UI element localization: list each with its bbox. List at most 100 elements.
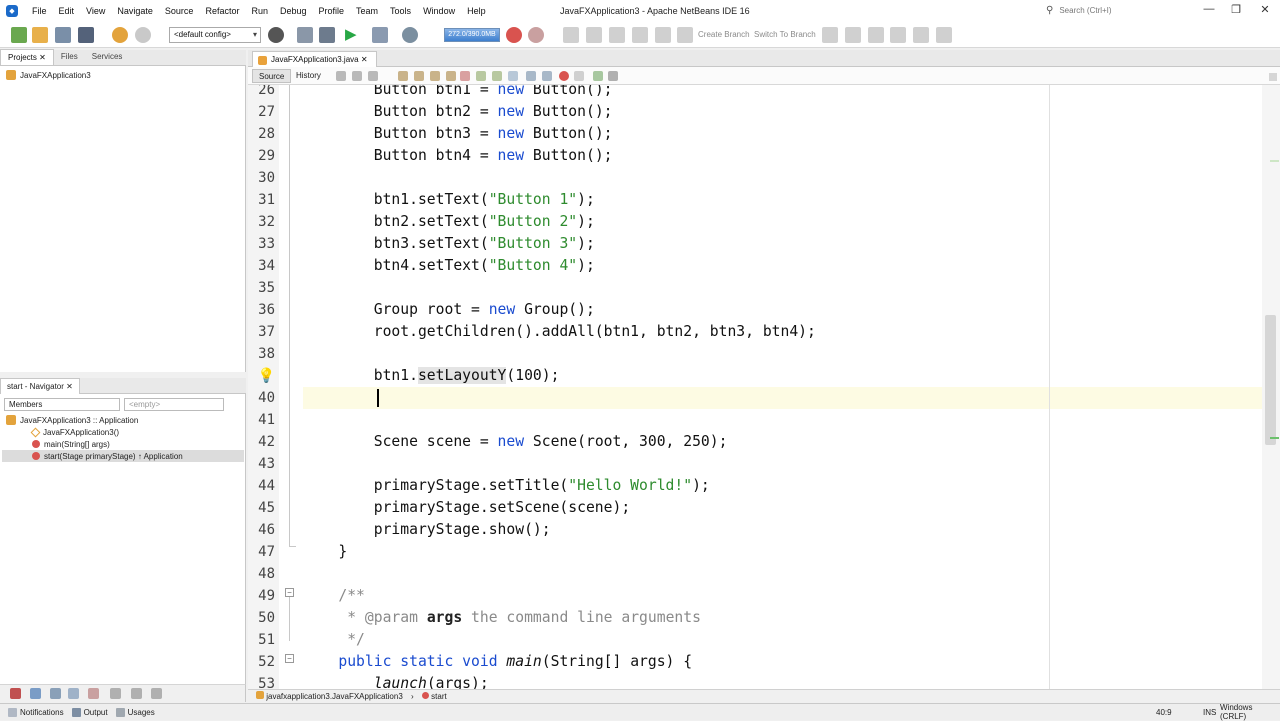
code-line-28: Button btn3 = new Button(); — [303, 125, 613, 142]
shift-right-icon[interactable] — [542, 71, 552, 81]
git-icon-9[interactable] — [868, 27, 884, 43]
git-icon-8[interactable] — [845, 27, 861, 43]
collapse-icon[interactable]: − — [285, 654, 294, 663]
menu-source[interactable]: Source — [159, 6, 200, 16]
tab-files[interactable]: Files — [54, 49, 85, 65]
stop-macro-icon[interactable] — [574, 71, 584, 81]
git-icon-1[interactable] — [563, 27, 579, 43]
maximize-button[interactable]: ❐ — [1221, 3, 1251, 19]
menu-view[interactable]: View — [80, 6, 111, 16]
tree-item-project[interactable]: JavaFXApplication3 — [6, 69, 91, 81]
save-all-icon[interactable] — [78, 27, 94, 43]
search-input[interactable]: ⚲ Search (Ctrl+I) — [1046, 3, 1188, 18]
scroll-thumb[interactable] — [1265, 315, 1276, 445]
new-project-icon[interactable] — [32, 27, 48, 43]
tab-java-file[interactable]: JavaFXApplication3.java ✕ — [252, 51, 377, 67]
highlight-icon[interactable] — [460, 71, 470, 81]
menu-help[interactable]: Help — [461, 6, 492, 16]
nav-item-start[interactable]: start(Stage primaryStage) ↑ Application — [2, 450, 244, 462]
git-icon-12[interactable] — [936, 27, 952, 43]
tab-projects[interactable]: Projects ✕ — [0, 49, 54, 65]
undo-icon[interactable] — [112, 27, 128, 43]
members-select[interactable]: Members — [4, 398, 120, 411]
filter-icon-1[interactable] — [10, 688, 21, 699]
find-next-icon[interactable] — [430, 71, 440, 81]
line-number: 38 — [258, 346, 275, 362]
git-icon-3[interactable] — [609, 27, 625, 43]
filter-icon-5[interactable] — [88, 688, 99, 699]
menu-edit[interactable]: Edit — [53, 6, 81, 16]
switch-branch-button[interactable]: Switch To Branch — [754, 30, 816, 39]
git-icon-5[interactable] — [655, 27, 671, 43]
config-settings-icon[interactable] — [268, 27, 284, 43]
tab-source[interactable]: Source — [252, 69, 292, 83]
menu-profile[interactable]: Profile — [313, 6, 351, 16]
sort-icon-3[interactable] — [151, 688, 162, 699]
git-icon-10[interactable] — [890, 27, 906, 43]
create-branch-button[interactable]: Create Branch — [698, 30, 750, 39]
build-hammer-icon[interactable] — [297, 27, 313, 43]
usages-button[interactable]: Usages — [115, 707, 155, 717]
menu-run[interactable]: Run — [245, 6, 274, 16]
filter-select[interactable]: <empty> — [124, 398, 224, 411]
tab-navigator[interactable]: start - Navigator ✕ — [0, 378, 80, 394]
breadcrumb-class[interactable]: javafxapplication3.JavaFXApplication3 — [266, 692, 403, 701]
profile-icon[interactable] — [402, 27, 418, 43]
git-icon-2[interactable] — [586, 27, 602, 43]
find-selection-icon[interactable] — [446, 71, 456, 81]
close-tab-icon[interactable]: ✕ — [361, 55, 368, 64]
debug-icon[interactable] — [372, 27, 388, 43]
menu-team[interactable]: Team — [350, 6, 384, 16]
comment-icon[interactable] — [593, 71, 603, 81]
filter-icon-2[interactable] — [30, 688, 41, 699]
breadcrumb-method[interactable]: start — [431, 692, 447, 701]
sort-icon-2[interactable] — [131, 688, 142, 699]
clean-build-icon[interactable] — [319, 27, 335, 43]
git-icon-6[interactable] — [677, 27, 693, 43]
last-edit-icon[interactable] — [336, 71, 346, 81]
filter-icon-4[interactable] — [68, 688, 79, 699]
config-select[interactable]: <default config> — [169, 27, 261, 43]
tab-services[interactable]: Services — [85, 49, 130, 65]
tab-history[interactable]: History — [290, 69, 327, 83]
menu-window[interactable]: Window — [417, 6, 461, 16]
redo-icon[interactable] — [135, 27, 151, 43]
gc-icon[interactable] — [506, 27, 522, 43]
git-icon-7[interactable] — [822, 27, 838, 43]
notifications-button[interactable]: Notifications — [8, 707, 64, 717]
vertical-scrollbar[interactable] — [1262, 73, 1280, 689]
nav-item-constructor[interactable]: JavaFXApplication3() — [30, 426, 119, 438]
find-prev-icon[interactable] — [414, 71, 424, 81]
bookmark-prev-icon[interactable] — [476, 71, 486, 81]
shift-left-icon[interactable] — [526, 71, 536, 81]
sort-icon-1[interactable] — [110, 688, 121, 699]
collapse-icon[interactable]: − — [285, 588, 294, 597]
hint-bulb-icon[interactable]: 💡 — [258, 365, 275, 387]
git-icon-4[interactable] — [632, 27, 648, 43]
run-icon[interactable]: ▶ — [345, 27, 361, 43]
forward-icon[interactable] — [368, 71, 378, 81]
memory-indicator[interactable]: 272.0/390.0MB — [444, 28, 500, 42]
menu-refactor[interactable]: Refactor — [199, 6, 245, 16]
new-file-icon[interactable] — [11, 27, 27, 43]
menu-debug[interactable]: Debug — [274, 6, 313, 16]
find-icon[interactable] — [398, 71, 408, 81]
close-window-button[interactable]: ✕ — [1250, 3, 1280, 19]
menu-tools[interactable]: Tools — [384, 6, 417, 16]
code-editor[interactable]: Button btn1 = new Button(); Button btn2 … — [303, 85, 1262, 689]
menu-file[interactable]: File — [26, 6, 53, 16]
minimize-button[interactable]: — — [1194, 3, 1224, 19]
back-icon[interactable] — [352, 71, 362, 81]
nav-item-main[interactable]: main(String[] args) — [32, 438, 110, 450]
filter-icon-3[interactable] — [50, 688, 61, 699]
toggle-bookmark-icon[interactable] — [508, 71, 518, 81]
output-button[interactable]: Output — [71, 707, 108, 717]
open-project-icon[interactable] — [55, 27, 71, 43]
git-icon-11[interactable] — [913, 27, 929, 43]
start-macro-icon[interactable] — [559, 71, 569, 81]
bookmark-next-icon[interactable] — [492, 71, 502, 81]
uncomment-icon[interactable] — [608, 71, 618, 81]
nav-item-class[interactable]: JavaFXApplication3 :: Application — [6, 414, 138, 426]
snapshot-icon[interactable] — [528, 27, 544, 43]
menu-navigate[interactable]: Navigate — [111, 6, 159, 16]
